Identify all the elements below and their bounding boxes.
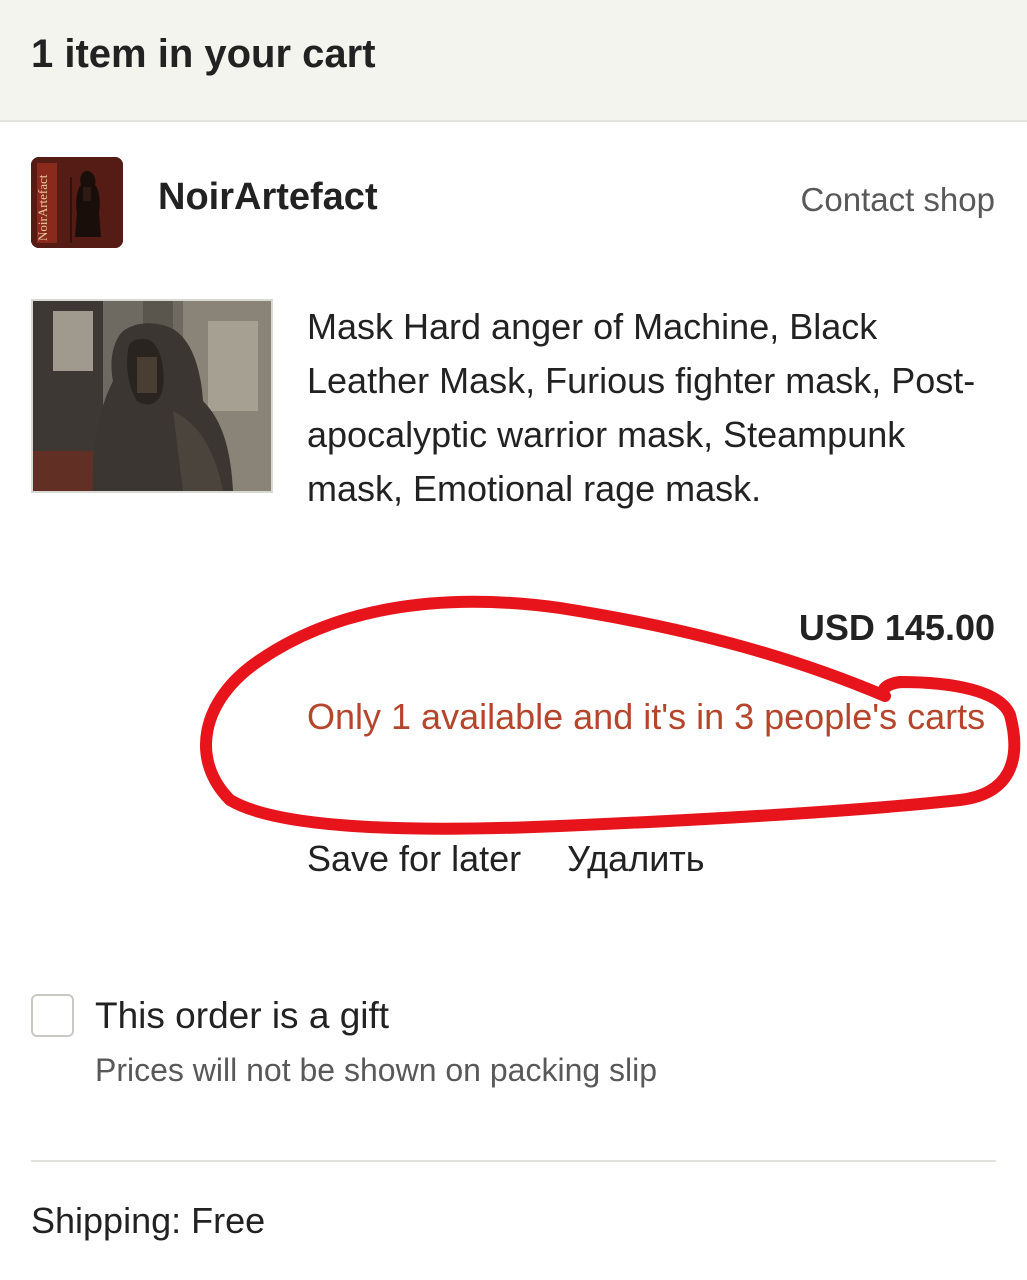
availability-notice: Only 1 available and it's in 3 people's … bbox=[307, 696, 986, 737]
remove-button[interactable]: Удалить bbox=[567, 836, 704, 882]
gift-help-text: Prices will not be shown on packing slip bbox=[95, 1052, 658, 1088]
item-price: USD 145.00 bbox=[798, 607, 995, 648]
contact-shop-link[interactable]: Contact shop bbox=[801, 180, 995, 220]
shop-logo-icon: NoirArtefact bbox=[31, 157, 123, 248]
product-title[interactable]: Mask Hard anger of Machine, Black Leathe… bbox=[307, 300, 987, 516]
product-image-icon bbox=[33, 301, 271, 491]
gift-checkbox[interactable] bbox=[31, 994, 74, 1037]
shop-avatar[interactable]: NoirArtefact bbox=[31, 157, 123, 248]
shop-avatar-text: NoirArtefact bbox=[35, 174, 50, 241]
item-actions: Save for later Удалить bbox=[307, 836, 705, 882]
cart-title: 1 item in your cart bbox=[31, 32, 376, 76]
cart-page: 1 item in your cart NoirArtefact NoirArt… bbox=[0, 0, 1027, 1280]
divider bbox=[31, 1160, 996, 1162]
cart-header: 1 item in your cart bbox=[0, 0, 1027, 122]
shipping-info: Shipping: Free bbox=[31, 1200, 266, 1241]
shop-name[interactable]: NoirArtefact bbox=[158, 175, 378, 219]
product-thumbnail[interactable] bbox=[31, 299, 273, 493]
save-for-later-button[interactable]: Save for later bbox=[307, 836, 521, 882]
gift-label[interactable]: This order is a gift bbox=[95, 994, 389, 1038]
